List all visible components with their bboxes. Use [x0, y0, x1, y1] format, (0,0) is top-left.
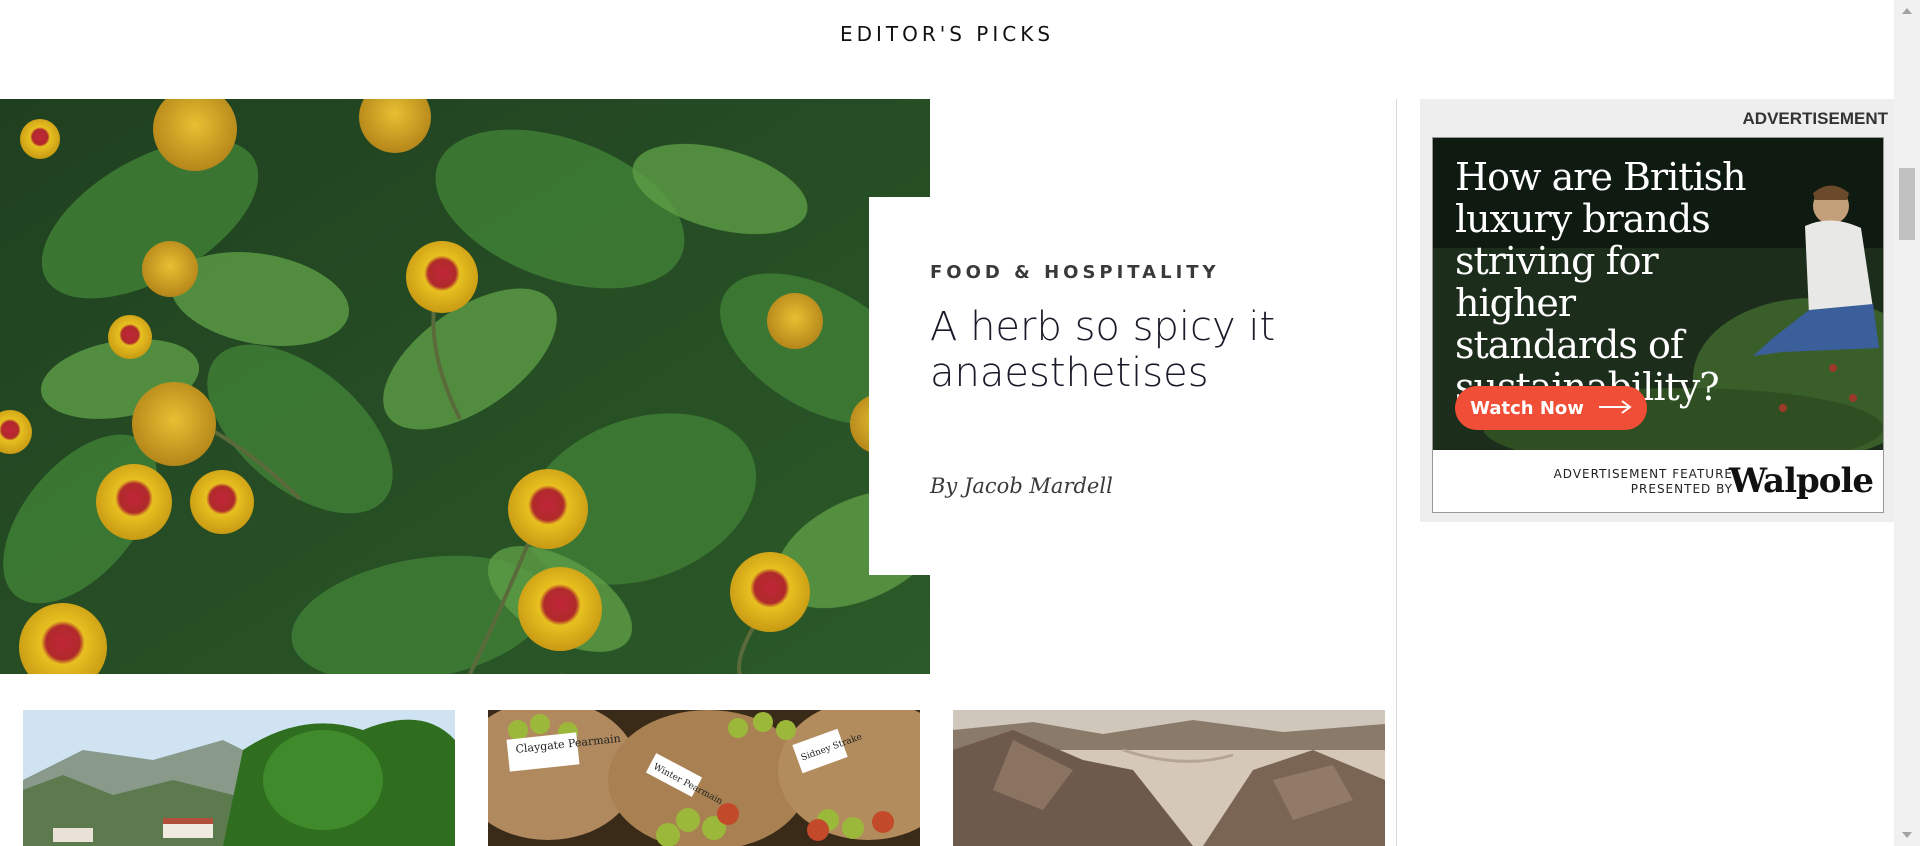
story-card-2[interactable]: Claygate Pearmain Winter Pearmain Sidney…: [488, 710, 920, 846]
hero-headline-link[interactable]: A herb so spicy it anaesthetises: [930, 304, 1330, 396]
hero-byline: By Jacob Mardell: [930, 474, 1113, 498]
section-title: EDITOR'S PICKS: [839, 22, 1055, 46]
page: EDITOR'S PICKS FOOD & HOSPITALITY A herb…: [0, 0, 1920, 846]
hero-image-flowers[interactable]: [0, 99, 930, 674]
riverside-town-photo: [23, 710, 455, 846]
advertisement-feature-text: ADVERTISEMENT FEATURE PRESENTED BY: [1554, 467, 1733, 497]
scroll-up-icon[interactable]: [1902, 8, 1912, 14]
advertisement-label: ADVERTISEMENT: [1742, 109, 1888, 128]
scroll-down-icon[interactable]: [1902, 832, 1912, 838]
advertisement-headline: How are British luxury brands striving f…: [1455, 155, 1747, 408]
story-card-1[interactable]: [23, 710, 455, 846]
advertisement-footer: ADVERTISEMENT FEATURE PRESENTED BY Walpo…: [1433, 450, 1883, 512]
rocky-terrain-photo: [953, 710, 1385, 846]
story-card-3[interactable]: [953, 710, 1385, 846]
arrow-right-icon: [1598, 398, 1632, 419]
flowers-photo: [0, 99, 930, 674]
advertisement-box: ADVERTISEMENT How are British luxury bra…: [1420, 99, 1894, 522]
apple-sacks-photo: Claygate Pearmain Winter Pearmain Sidney…: [488, 710, 920, 846]
column-divider: [1396, 99, 1397, 846]
advertisement-feature-line2: PRESENTED BY: [1630, 482, 1733, 496]
page-scrollbar[interactable]: [1894, 0, 1920, 846]
watch-now-label: Watch Now: [1470, 397, 1584, 419]
walpole-logo: Walpole: [1728, 461, 1874, 501]
scrollbar-thumb[interactable]: [1899, 168, 1915, 240]
advertisement-feature-line1: ADVERTISEMENT FEATURE: [1553, 467, 1733, 481]
watch-now-button[interactable]: Watch Now: [1455, 386, 1647, 430]
advertisement-creative[interactable]: How are British luxury brands striving f…: [1432, 137, 1884, 513]
hero-category-label[interactable]: FOOD & HOSPITALITY: [930, 262, 1220, 283]
